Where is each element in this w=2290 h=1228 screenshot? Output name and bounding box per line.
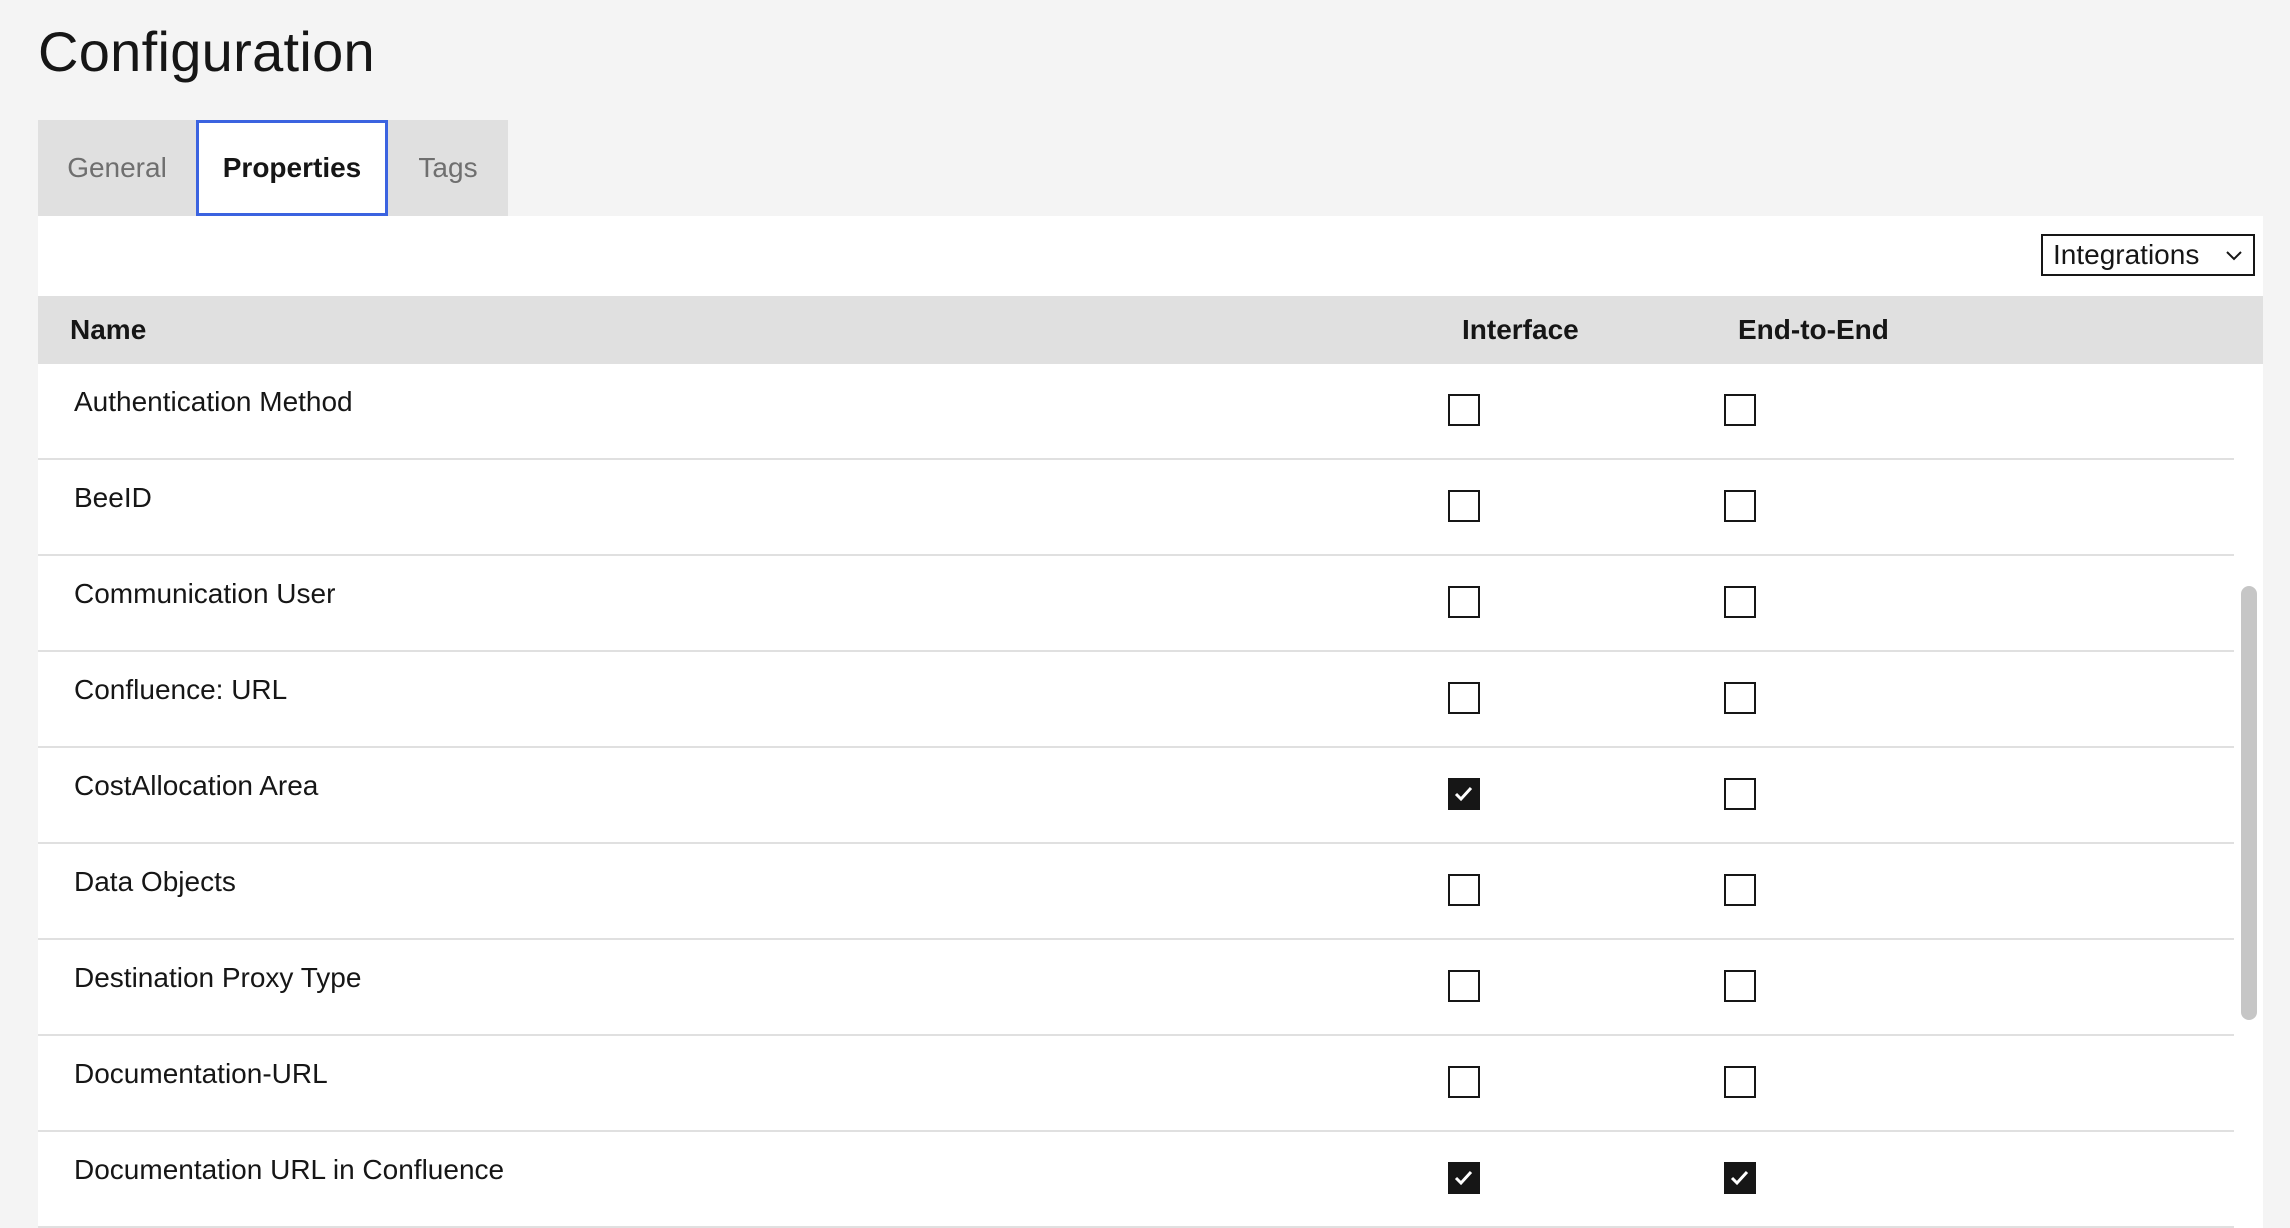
tab-properties[interactable]: Properties [196,120,388,216]
table-scrollbar[interactable] [2234,364,2263,1228]
property-name: BeeID [74,482,152,513]
interface-checkbox[interactable] [1448,682,1480,714]
table-header: Name Interface End-to-End [38,296,2263,364]
table-row: CostAllocation Area [38,748,2234,844]
chevron-down-icon [2226,251,2242,261]
property-name: Documentation-URL [74,1058,328,1089]
interface-checkbox[interactable] [1448,586,1480,618]
property-name: Destination Proxy Type [74,962,362,993]
end-to-end-checkbox[interactable] [1724,586,1756,618]
table-row: Authentication Method [38,364,2234,460]
property-name: Data Objects [74,866,236,897]
end-to-end-checkbox[interactable] [1724,682,1756,714]
table-row: Communication User [38,556,2234,652]
property-name: Authentication Method [74,386,353,417]
table-row: Confluence: URL [38,652,2234,748]
property-name: Confluence: URL [74,674,288,705]
interface-checkbox[interactable] [1448,394,1480,426]
end-to-end-checkbox[interactable] [1724,490,1756,522]
interface-checkbox[interactable] [1448,490,1480,522]
checkmark-icon [1454,1170,1473,1186]
interface-checkbox[interactable] [1448,970,1480,1002]
properties-panel: Integrations Name Interface End-to-End A… [38,216,2263,1228]
interface-checkbox[interactable] [1448,1162,1480,1194]
interface-checkbox[interactable] [1448,778,1480,810]
property-name: Documentation URL in Confluence [74,1154,505,1185]
end-to-end-checkbox[interactable] [1724,1162,1756,1194]
column-header-interface: Interface [1462,314,1579,345]
end-to-end-checkbox[interactable] [1724,394,1756,426]
property-name: CostAllocation Area [74,770,319,801]
table-row: BeeID [38,460,2234,556]
tab-tags[interactable]: Tags [388,120,508,216]
tab-list: General Properties Tags [38,120,508,216]
interface-checkbox[interactable] [1448,874,1480,906]
table-row: Documentation URL in Confluence [38,1132,2234,1228]
scrollbar-thumb[interactable] [2241,586,2257,1020]
interface-checkbox[interactable] [1448,1066,1480,1098]
table-row: Documentation-URL [38,1036,2234,1132]
column-header-end-to-end: End-to-End [1738,314,1889,345]
end-to-end-checkbox[interactable] [1724,970,1756,1002]
category-select-value: Integrations [2053,239,2200,270]
tab-general[interactable]: General [38,120,196,216]
end-to-end-checkbox[interactable] [1724,874,1756,906]
end-to-end-checkbox[interactable] [1724,1066,1756,1098]
table-row: Destination Proxy Type [38,940,2234,1036]
page-title: Configuration [38,20,376,83]
checkmark-icon [1730,1170,1749,1186]
table-body: Authentication Method BeeID Communicatio… [38,364,2234,1228]
column-header-name: Name [70,314,147,345]
checkmark-icon [1454,786,1473,802]
category-select[interactable]: Integrations [2041,234,2255,276]
property-name: Communication User [74,578,336,609]
table-row: Data Objects [38,844,2234,940]
end-to-end-checkbox[interactable] [1724,778,1756,810]
